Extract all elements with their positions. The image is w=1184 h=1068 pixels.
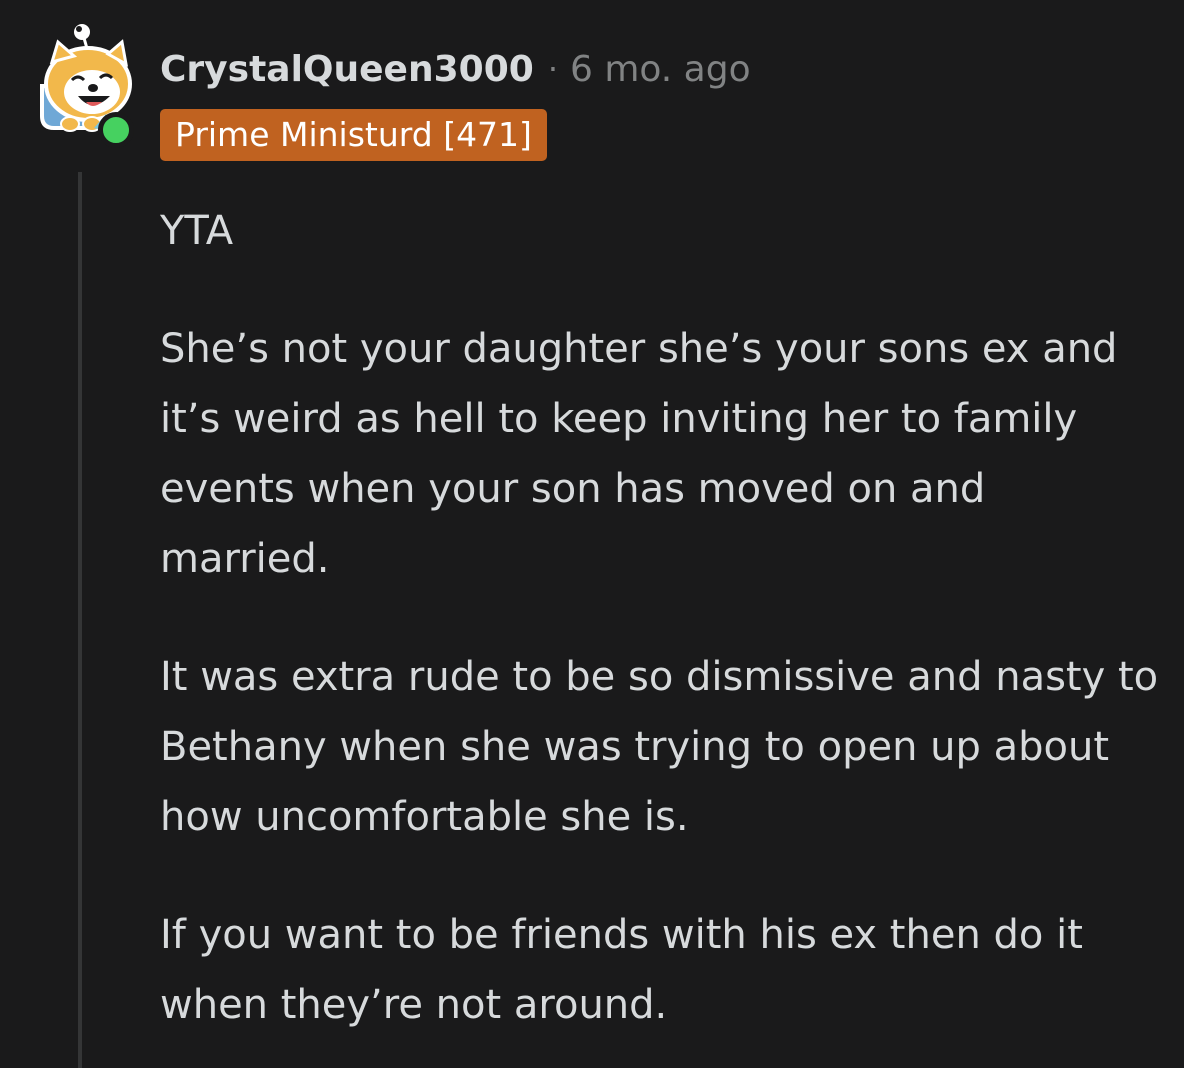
username-link[interactable]: CrystalQueen3000	[160, 49, 534, 90]
comment-timestamp[interactable]: 6 mo. ago	[570, 49, 751, 90]
meta-separator: ·	[547, 50, 558, 88]
comment-paragraph: She’s not your daughter she’s your sons …	[160, 326, 1118, 582]
thread-collapse-line[interactable]	[78, 172, 82, 1068]
online-status-dot	[98, 112, 134, 148]
user-flair: Prime Ministurd [471]	[160, 109, 547, 161]
comment-header: CrystalQueen3000 · 6 mo. ago	[160, 44, 751, 94]
comment-paragraph: YTA	[160, 208, 234, 254]
comment: CrystalQueen3000 · 6 mo. ago Prime Minis…	[0, 0, 1184, 1068]
comment-paragraph: It was extra rude to be so dismissive an…	[160, 654, 1159, 840]
comment-body: YTA She’s not your daughter she’s your s…	[160, 196, 1160, 1068]
comment-paragraph: If you want to be friends with his ex th…	[160, 912, 1083, 1028]
